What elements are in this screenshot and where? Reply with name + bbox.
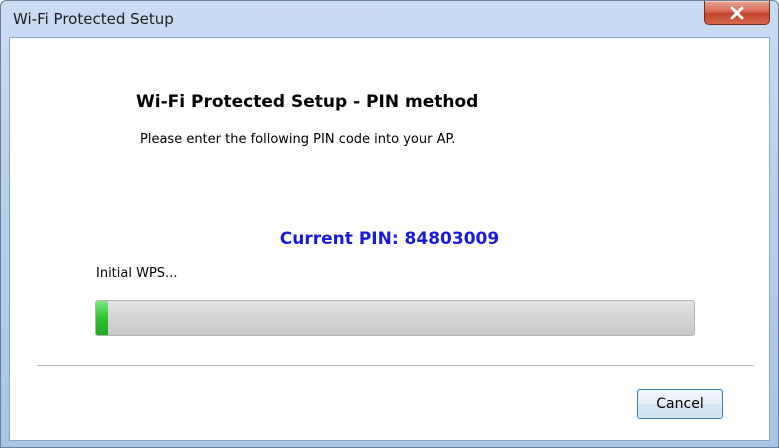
status-text: Initial WPS... <box>96 266 178 281</box>
close-icon <box>730 6 744 19</box>
instruction-text: Please enter the following PIN code into… <box>140 132 456 147</box>
separator <box>37 365 754 366</box>
dialog-heading: Wi-Fi Protected Setup - PIN method <box>136 92 479 112</box>
window-title: Wi-Fi Protected Setup <box>13 10 174 28</box>
progress-fill <box>96 301 108 335</box>
wps-dialog-window: Wi-Fi Protected Setup Wi-Fi Protected Se… <box>0 0 779 448</box>
wps-progress-bar <box>95 300 695 336</box>
cancel-button[interactable]: Cancel <box>637 389 723 419</box>
close-button[interactable] <box>704 1 770 25</box>
title-bar[interactable]: Wi-Fi Protected Setup <box>1 1 778 37</box>
current-pin-label: Current PIN: 84803009 <box>279 229 500 249</box>
dialog-content: Wi-Fi Protected Setup - PIN method Pleas… <box>9 37 770 441</box>
